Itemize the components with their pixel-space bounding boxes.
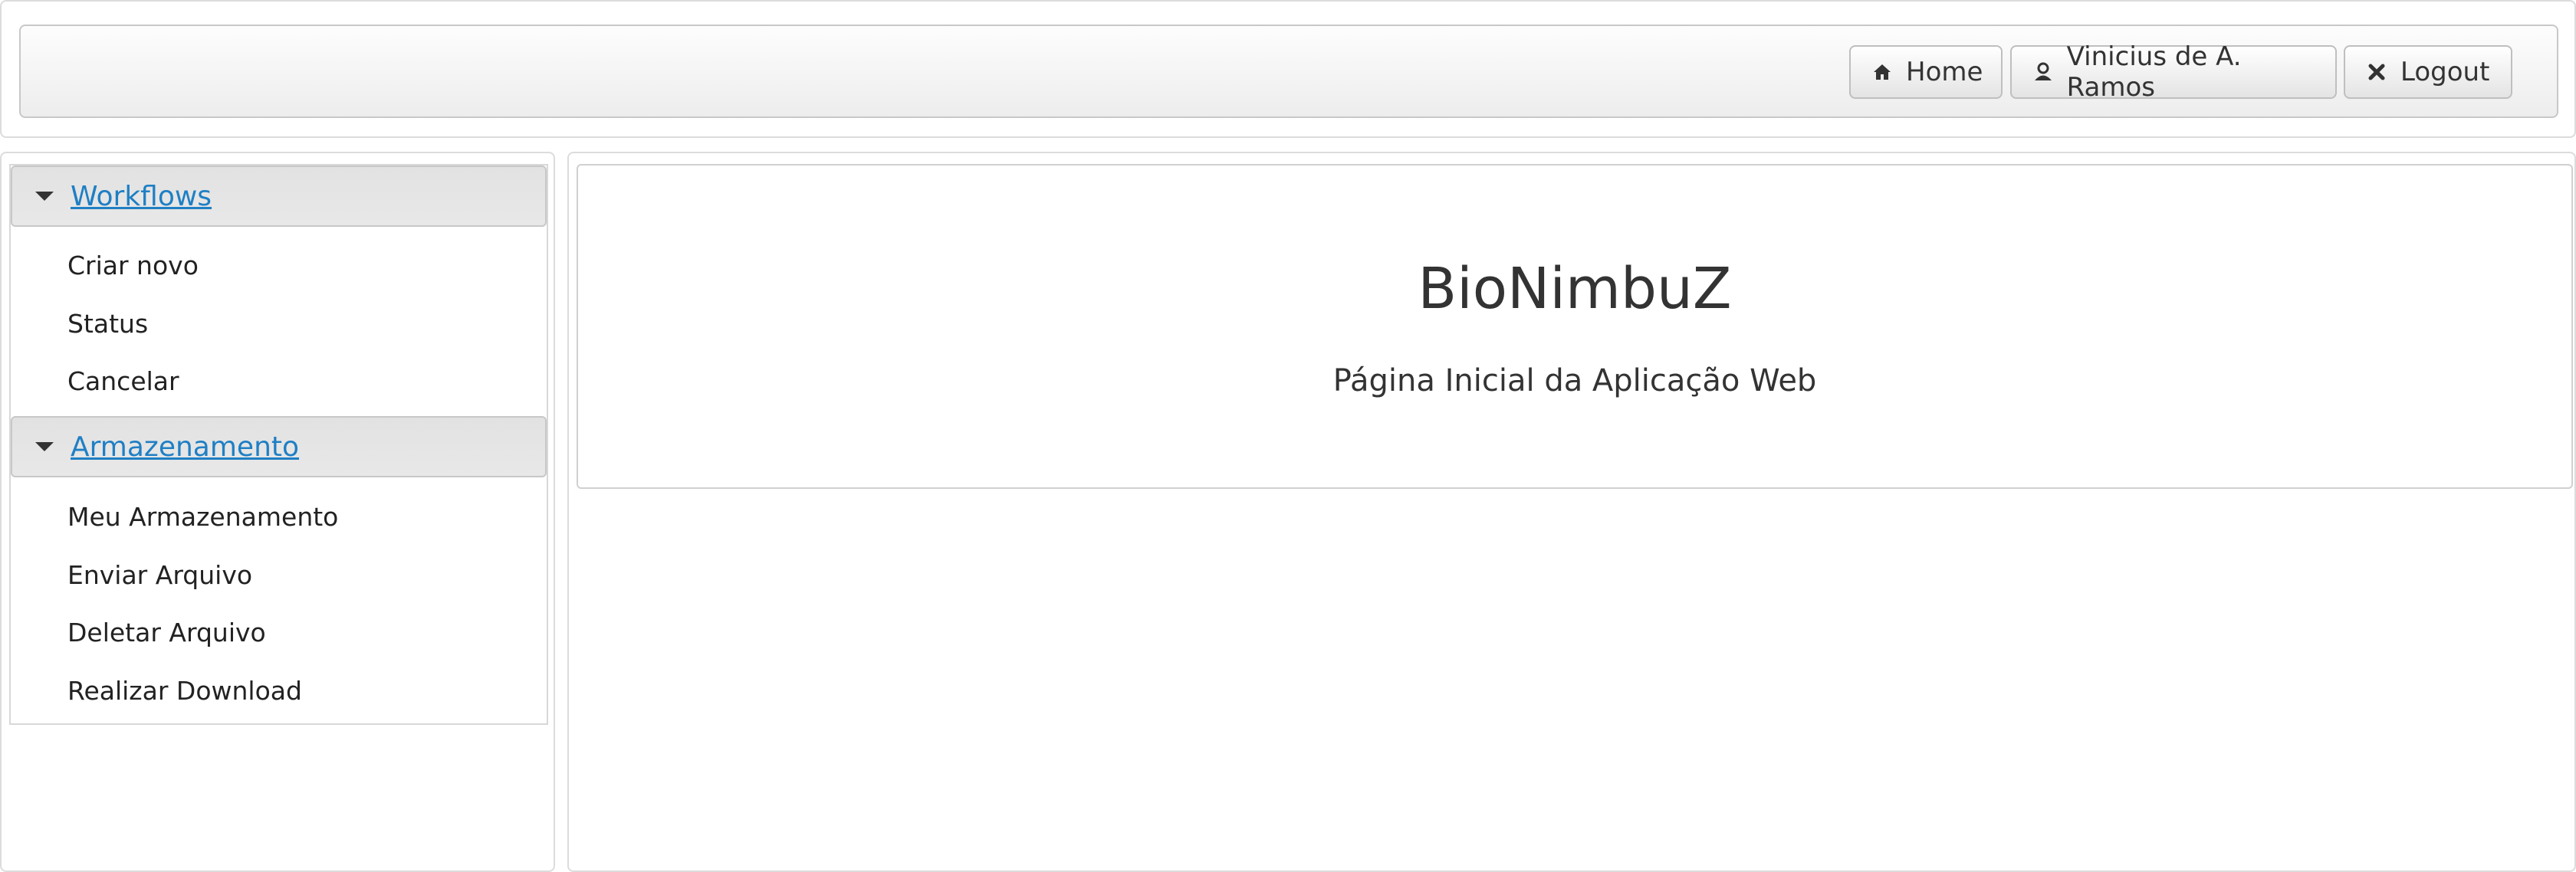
sidebar-item-enviar-arquivo[interactable]: Enviar Arquivo	[67, 552, 252, 598]
page-subtitle: Página Inicial da Aplicação Web	[1332, 363, 1817, 398]
close-icon	[2365, 61, 2388, 84]
accordion-title-armazenamento[interactable]: Armazenamento	[71, 431, 299, 463]
accordion-header-workflows[interactable]: Workflows	[11, 166, 547, 227]
top-region: Home Vinicius de A. Ramos Logout	[0, 0, 2576, 138]
sidebar-accordion: Workflows Criar novo Status Cancelar Arm…	[9, 164, 548, 725]
sidebar-item-status[interactable]: Status	[67, 300, 148, 346]
home-button-label: Home	[1906, 57, 1983, 87]
chevron-down-icon	[35, 192, 54, 201]
chevron-down-icon	[35, 442, 54, 451]
page-title: BioNimbuZ	[1418, 256, 1732, 322]
sidebar-item-meu-armazenamento[interactable]: Meu Armazenamento	[67, 493, 338, 539]
sidebar-item-cancelar[interactable]: Cancelar	[67, 358, 179, 404]
main-region: BioNimbuZ Página Inicial da Aplicação We…	[567, 152, 2576, 872]
welcome-panel: BioNimbuZ Página Inicial da Aplicação We…	[577, 164, 2573, 489]
user-profile-button[interactable]: Vinicius de A. Ramos	[2010, 41, 2337, 103]
sidebar-item-realizar-download[interactable]: Realizar Download	[67, 667, 302, 713]
accordion-header-armazenamento[interactable]: Armazenamento	[11, 416, 547, 477]
sidebar-item-criar-novo[interactable]: Criar novo	[67, 242, 199, 288]
logout-button-label: Logout	[2400, 57, 2490, 87]
home-button[interactable]: Home	[1849, 45, 2003, 99]
logout-button[interactable]: Logout	[2344, 45, 2512, 99]
top-toolbar: Home Vinicius de A. Ramos Logout	[19, 25, 2558, 118]
sidebar-item-deletar-arquivo[interactable]: Deletar Arquivo	[67, 609, 266, 655]
home-icon	[1871, 61, 1894, 84]
user-icon	[2032, 61, 2055, 84]
user-name-label: Vinicius de A. Ramos	[2066, 41, 2242, 103]
accordion-title-workflows[interactable]: Workflows	[71, 181, 212, 212]
sidebar: Workflows Criar novo Status Cancelar Arm…	[0, 152, 555, 872]
